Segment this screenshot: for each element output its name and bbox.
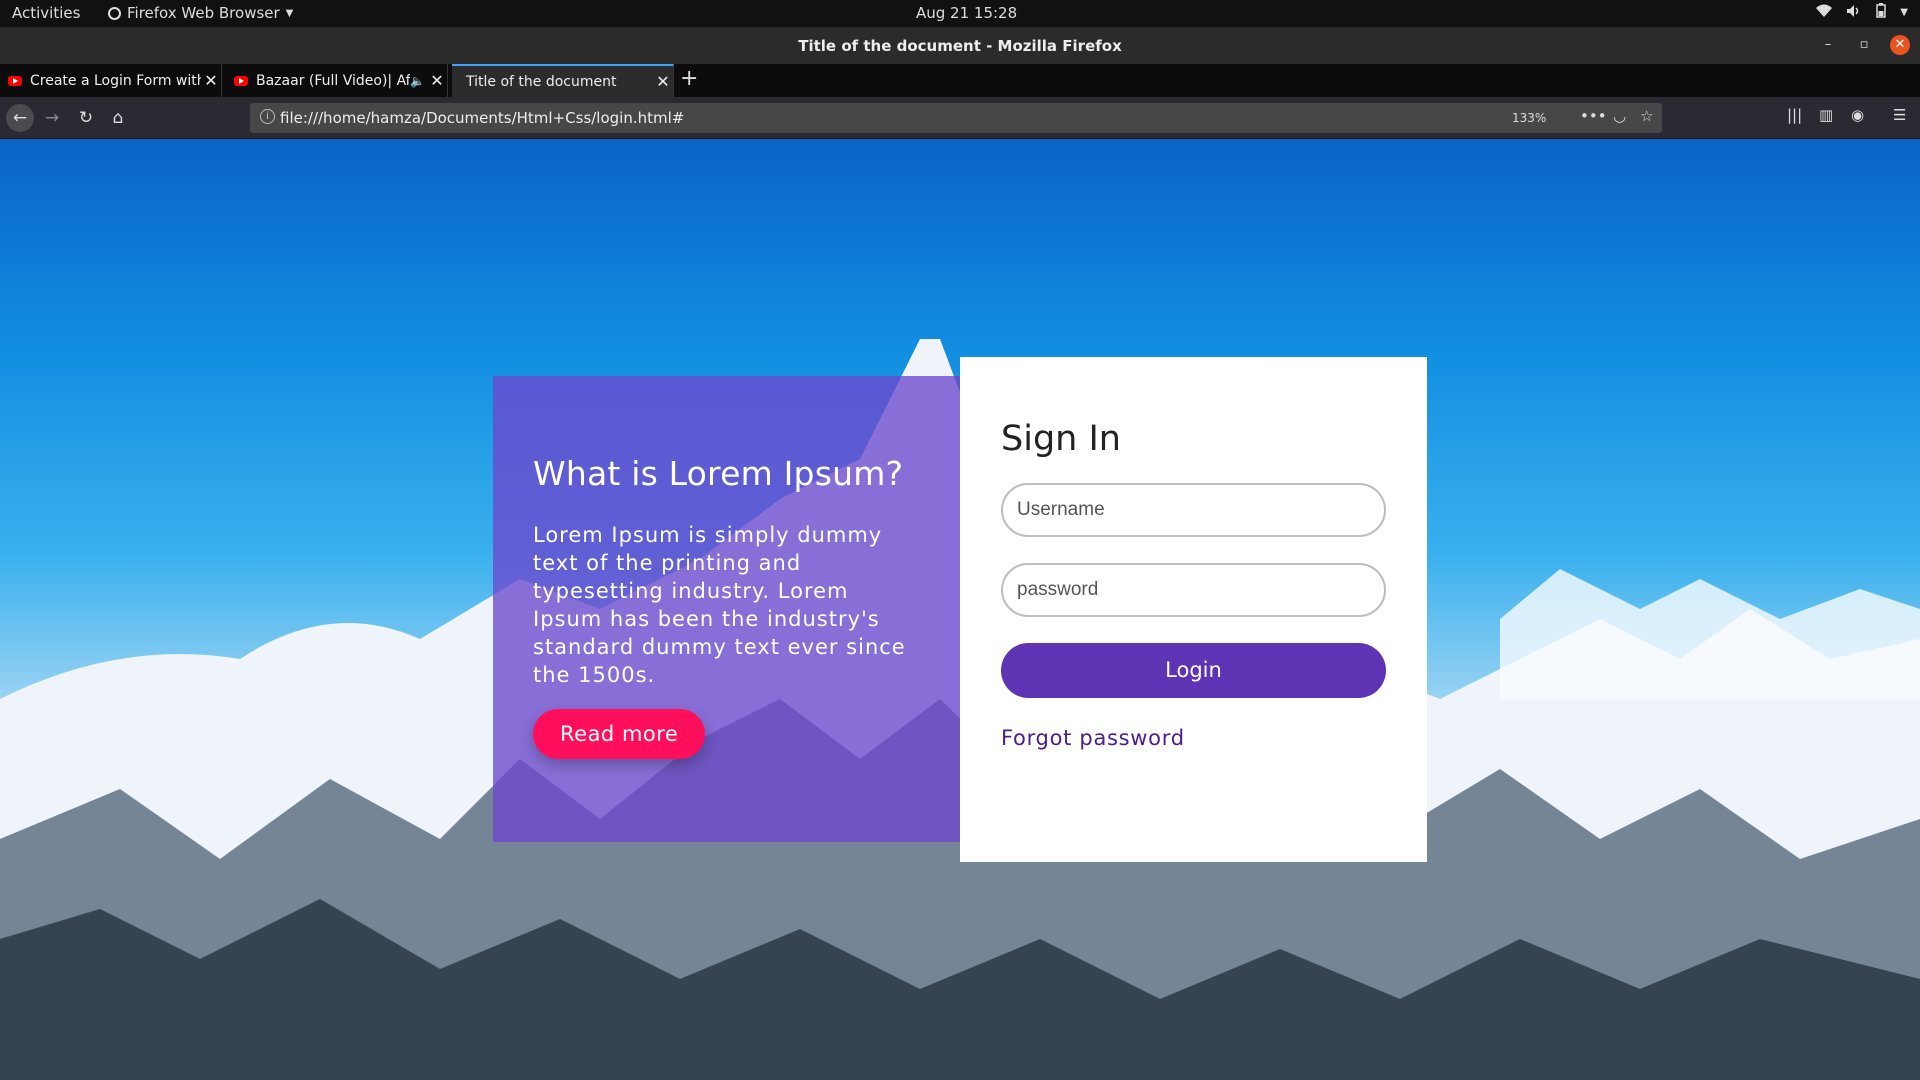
tab-label: Title of the document	[466, 73, 617, 90]
system-top-bar: Activities Firefox Web Browser ▼ Aug 21 …	[0, 0, 1920, 27]
navigation-toolbar: ← → ↻ ⌂ i file:///home/hamza/Documents/H…	[0, 97, 1920, 139]
close-tab-icon[interactable]: ✕	[427, 71, 447, 90]
window-title: Title of the document - Mozilla Firefox	[798, 37, 1122, 55]
battery-icon	[1876, 3, 1887, 22]
zoom-indicator[interactable]: 133%	[1512, 111, 1546, 125]
info-panel: What is Lorem Ipsum? Lorem Ipsum is simp…	[493, 376, 960, 842]
forward-button[interactable]: →	[38, 104, 66, 132]
caret-down-icon: ▼	[285, 7, 294, 19]
close-tab-icon[interactable]: ✕	[653, 72, 673, 91]
library-icon[interactable]: |||	[1787, 106, 1802, 124]
forgot-password-link[interactable]: Forgot password	[1001, 726, 1386, 750]
url-bar[interactable]: i file:///home/hamza/Documents/Html+Css/…	[250, 103, 1662, 133]
menu-icon[interactable]: ☰	[1893, 106, 1906, 124]
close-window-button[interactable]: ✕	[1890, 35, 1910, 55]
new-tab-button[interactable]: +	[680, 66, 698, 91]
system-tray[interactable]: ▼	[1816, 3, 1908, 22]
read-more-button[interactable]: Read more	[533, 709, 706, 759]
app-menu-label: Firefox Web Browser	[127, 4, 280, 22]
url-text[interactable]: file:///home/hamza/Documents/Html+Css/lo…	[280, 109, 684, 127]
close-tab-icon[interactable]: ✕	[201, 71, 221, 90]
bookmark-star-icon[interactable]: ☆	[1640, 107, 1653, 125]
window-controls: – ▫ ✕	[1818, 35, 1910, 55]
info-body-text: Lorem Ipsum is simply dummy text of the …	[533, 523, 906, 687]
tab-label: Create a Login Form with	[30, 72, 201, 89]
account-icon[interactable]: ◉	[1851, 106, 1864, 124]
page-actions-icon[interactable]: •••	[1580, 107, 1607, 125]
youtube-icon	[8, 75, 22, 86]
sidebar-icon[interactable]: ▥	[1819, 106, 1833, 124]
pocket-icon[interactable]: ◡	[1613, 107, 1626, 125]
maximize-button[interactable]: ▫	[1854, 35, 1874, 55]
info-icon[interactable]: i	[260, 109, 275, 124]
reload-button[interactable]: ↻	[72, 104, 100, 132]
back-button[interactable]: ←	[6, 104, 34, 132]
window-title-bar: Title of the document - Mozilla Firefox …	[0, 27, 1920, 64]
tab-bazaar-video[interactable]: Bazaar (Full Video)| Af 🔈 ✕	[226, 64, 448, 97]
tab-create-login-form[interactable]: Create a Login Form with ✕	[0, 64, 222, 97]
home-button[interactable]: ⌂	[104, 104, 132, 132]
system-menu-caret-icon: ▼	[1900, 7, 1908, 18]
wifi-icon	[1816, 4, 1833, 22]
sign-in-heading: Sign In	[1001, 419, 1121, 459]
username-input[interactable]	[1001, 483, 1386, 537]
page-viewport: What is Lorem Ipsum? Lorem Ipsum is simp…	[0, 139, 1920, 1080]
volume-icon	[1846, 4, 1862, 22]
info-heading: What is Lorem Ipsum?	[533, 454, 904, 493]
login-button[interactable]: Login	[1001, 643, 1386, 698]
firefox-icon	[108, 6, 121, 20]
tab-strip: Create a Login Form with ✕ Bazaar (Full …	[0, 64, 1920, 97]
speaker-icon[interactable]: 🔈	[410, 74, 425, 88]
clock[interactable]: Aug 21 15:28	[916, 4, 1017, 22]
activities-button[interactable]: Activities	[12, 4, 80, 22]
app-menu[interactable]: Firefox Web Browser ▼	[108, 4, 293, 22]
sign-in-card: Sign In Login Forgot password	[960, 357, 1427, 862]
tab-label: Bazaar (Full Video)| Af	[256, 72, 411, 89]
tab-title-of-document[interactable]: Title of the document ✕	[452, 64, 674, 97]
youtube-icon	[234, 75, 248, 86]
minimize-button[interactable]: –	[1818, 35, 1838, 55]
password-input[interactable]	[1001, 563, 1386, 617]
